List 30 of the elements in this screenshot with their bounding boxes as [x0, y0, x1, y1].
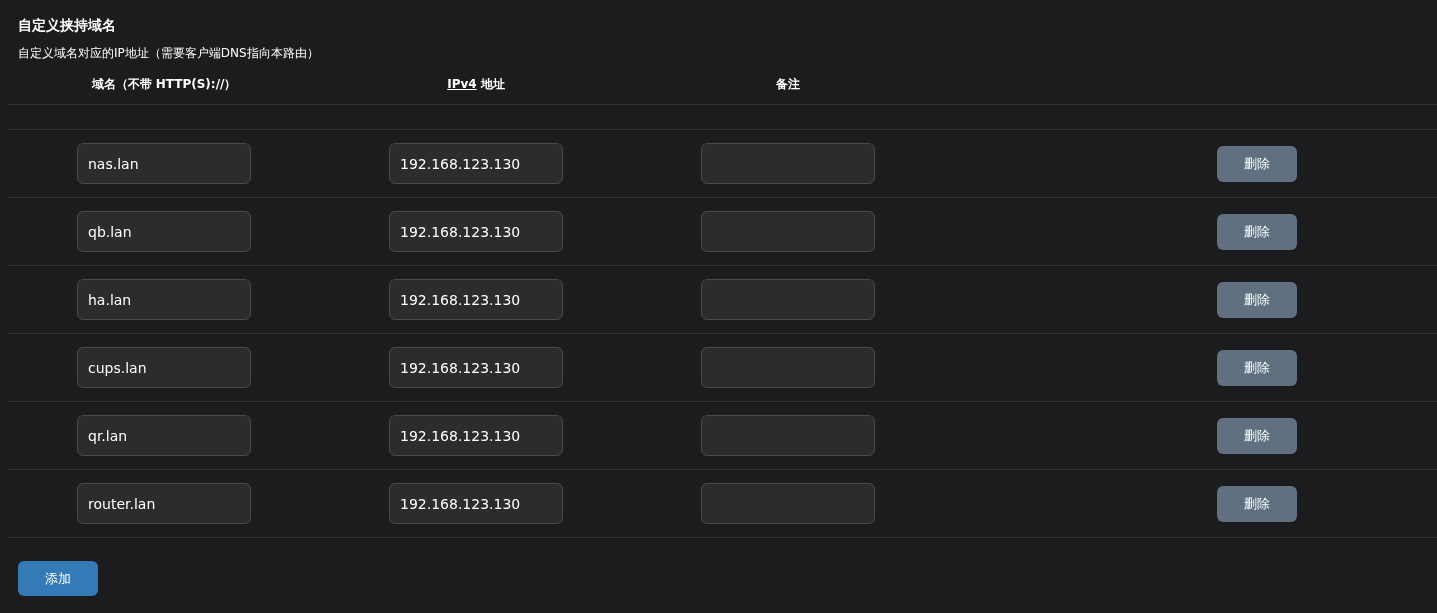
domain-input[interactable]: ha.lan [77, 279, 251, 320]
domain-input[interactable]: nas.lan [77, 143, 251, 184]
domain-input[interactable]: router.lan [77, 483, 251, 524]
delete-button[interactable]: 删除 [1217, 485, 1297, 522]
delete-button[interactable]: 删除 [1217, 281, 1297, 318]
column-header: 备注 [776, 76, 800, 93]
note-input[interactable] [701, 483, 875, 524]
note-input[interactable] [701, 211, 875, 252]
ip-input[interactable]: 192.168.123.130 [389, 415, 563, 456]
domain-input[interactable]: qr.lan [77, 415, 251, 456]
note-input[interactable] [701, 415, 875, 456]
note-input[interactable] [701, 347, 875, 388]
section-title: 自定义挟持域名 [17, 17, 117, 35]
note-input[interactable] [701, 143, 875, 184]
section-description: 自定义域名对应的IP地址（需要客户端DNS指向本路由） [17, 45, 320, 62]
ip-input[interactable]: 192.168.123.130 [389, 143, 563, 184]
ip-input[interactable]: 192.168.123.130 [389, 211, 563, 252]
domain-input[interactable]: cups.lan [77, 347, 251, 388]
delete-button[interactable]: 删除 [1217, 349, 1297, 386]
delete-button[interactable]: 删除 [1217, 213, 1297, 250]
note-input[interactable] [701, 279, 875, 320]
domain-input[interactable]: qb.lan [77, 211, 251, 252]
delete-button[interactable]: 删除 [1217, 417, 1297, 454]
column-header: 域名（不带 HTTP(S)://） [91, 76, 237, 93]
add-button[interactable]: 添加 [18, 561, 98, 596]
column-header: IPv4 地址 [447, 76, 505, 93]
ip-input[interactable]: 192.168.123.130 [389, 483, 563, 524]
ip-input[interactable]: 192.168.123.130 [389, 279, 563, 320]
delete-button[interactable]: 删除 [1217, 145, 1297, 182]
ip-input[interactable]: 192.168.123.130 [389, 347, 563, 388]
